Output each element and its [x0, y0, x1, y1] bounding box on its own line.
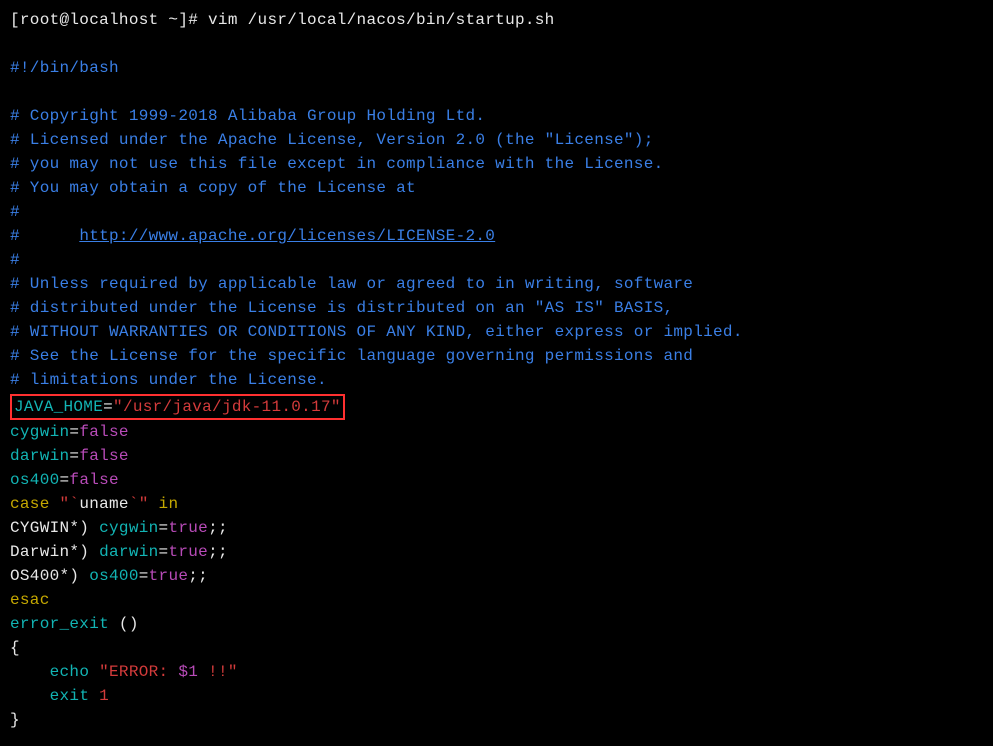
comment-line: #	[10, 200, 983, 224]
echo-keyword: echo	[50, 663, 90, 681]
case-darwin-line: Darwin*) darwin=true;;	[10, 540, 983, 564]
java-home-path: /usr/java/jdk-11.0.17	[123, 398, 331, 416]
indent	[10, 687, 50, 705]
var-name: cygwin	[10, 423, 69, 441]
comment-prefix: #	[10, 227, 79, 245]
blank-line	[10, 80, 983, 104]
license-url: http://www.apache.org/licenses/LICENSE-2…	[79, 227, 495, 245]
comment-line: # See the License for the specific langu…	[10, 344, 983, 368]
equals-sign: =	[159, 543, 169, 561]
bool-true: true	[168, 519, 208, 537]
echo-line: echo "ERROR: $1 !!"	[10, 660, 983, 684]
function-decl-line: error_exit ()	[10, 612, 983, 636]
exit-code: 1	[89, 687, 109, 705]
indent	[10, 663, 50, 681]
comment-line: # you may not use this file except in co…	[10, 152, 983, 176]
comment-line: # Copyright 1999-2018 Alibaba Group Hold…	[10, 104, 983, 128]
exit-keyword: exit	[50, 687, 90, 705]
equals-sign: =	[60, 471, 70, 489]
comment-line: # WITHOUT WARRANTIES OR CONDITIONS OF AN…	[10, 320, 983, 344]
bool-false: false	[79, 447, 129, 465]
bool-false: false	[69, 471, 119, 489]
double-semicolon: ;;	[188, 567, 208, 585]
case-line: case "`uname`" in	[10, 492, 983, 516]
comment-line: # Licensed under the Apache License, Ver…	[10, 128, 983, 152]
case-pattern: OS400*)	[10, 567, 89, 585]
var-name: os400	[10, 471, 60, 489]
in-keyword: in	[149, 495, 179, 513]
exit-line: exit 1	[10, 684, 983, 708]
quote: "	[139, 495, 149, 513]
case-pattern: CYGWIN*)	[10, 519, 99, 537]
comment-line: # limitations under the License.	[10, 368, 983, 392]
quote-close: "	[331, 398, 341, 416]
uname-cmd: uname	[79, 495, 129, 513]
bool-false: false	[79, 423, 129, 441]
cygwin-assign-line: cygwin=false	[10, 420, 983, 444]
comment-line: # Unless required by applicable law or a…	[10, 272, 983, 296]
var-name: darwin	[99, 543, 158, 561]
var-name: os400	[89, 567, 139, 585]
bang-string: !!"	[198, 663, 238, 681]
error-string: "ERROR:	[89, 663, 178, 681]
bool-true: true	[149, 567, 189, 585]
quote: "	[60, 495, 70, 513]
darwin-assign-line: darwin=false	[10, 444, 983, 468]
parentheses: ()	[119, 615, 139, 633]
equals-sign: =	[69, 447, 79, 465]
dollar-one: $1	[178, 663, 198, 681]
double-semicolon: ;;	[208, 543, 228, 561]
brace-close-line: }	[10, 708, 983, 732]
java-home-var: JAVA_HOME	[14, 398, 103, 416]
equals-sign: =	[139, 567, 149, 585]
backtick: `	[129, 495, 139, 513]
equals-sign: =	[103, 398, 113, 416]
backtick: `	[69, 495, 79, 513]
equals-sign: =	[69, 423, 79, 441]
blank-line	[10, 32, 983, 56]
brace-open-line: {	[10, 636, 983, 660]
case-os400-line: OS400*) os400=true;;	[10, 564, 983, 588]
os400-assign-line: os400=false	[10, 468, 983, 492]
case-keyword: case	[10, 495, 50, 513]
case-cygwin-line: CYGWIN*) cygwin=true;;	[10, 516, 983, 540]
shell-prompt-line: [root@localhost ~]# vim /usr/local/nacos…	[10, 8, 983, 32]
space	[50, 495, 60, 513]
case-pattern: Darwin*)	[10, 543, 99, 561]
function-name: error_exit	[10, 615, 119, 633]
comment-line: # You may obtain a copy of the License a…	[10, 176, 983, 200]
comment-line: # distributed under the License is distr…	[10, 296, 983, 320]
java-home-line: JAVA_HOME="/usr/java/jdk-11.0.17"	[10, 392, 983, 420]
double-semicolon: ;;	[208, 519, 228, 537]
comment-line: #	[10, 248, 983, 272]
esac-line: esac	[10, 588, 983, 612]
var-name: cygwin	[99, 519, 158, 537]
shebang-line: #!/bin/bash	[10, 56, 983, 80]
equals-sign: =	[159, 519, 169, 537]
java-home-highlight-box: JAVA_HOME="/usr/java/jdk-11.0.17"	[10, 394, 345, 420]
bool-true: true	[168, 543, 208, 561]
comment-line: # http://www.apache.org/licenses/LICENSE…	[10, 224, 983, 248]
var-name: darwin	[10, 447, 69, 465]
quote-open: "	[113, 398, 123, 416]
